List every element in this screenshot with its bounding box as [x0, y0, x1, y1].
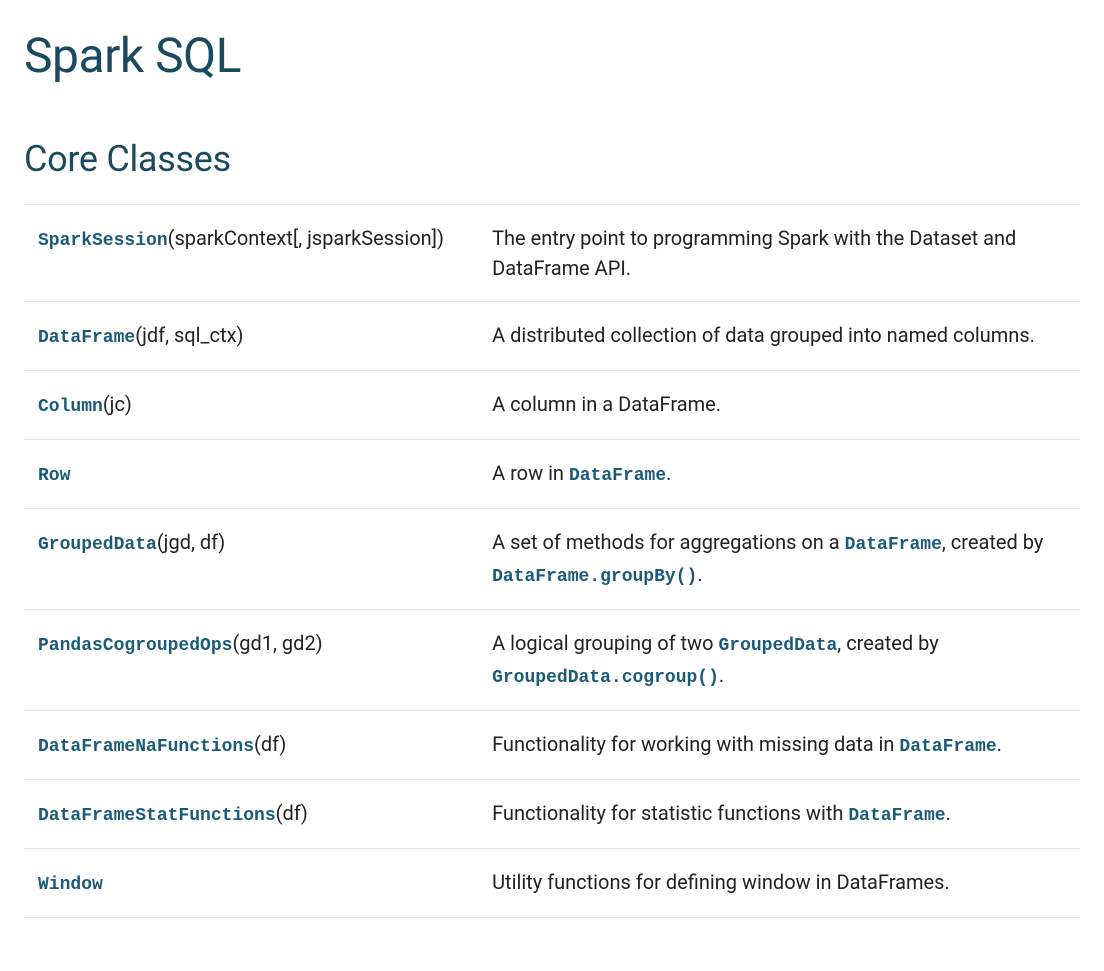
table-row: Column(jc)A column in a DataFrame. [24, 371, 1080, 440]
table-row: GroupedData(jgd, df)A set of methods for… [24, 509, 1080, 610]
class-description-cell: A row in DataFrame. [478, 440, 1080, 509]
table-row: PandasCogroupedOps(gd1, gd2)A logical gr… [24, 610, 1080, 711]
table-row: DataFrameStatFunctions(df)Functionality … [24, 780, 1080, 849]
class-link[interactable]: DataFrameNaFunctions [38, 737, 254, 757]
table-row: DataFrame(jdf, sql_ctx)A distributed col… [24, 302, 1080, 371]
class-link[interactable]: DataFrameStatFunctions [38, 806, 276, 826]
inline-code-link[interactable]: DataFrame [848, 806, 945, 826]
page-title: Spark SQL [24, 20, 1080, 92]
class-params: (gd1, gd2) [232, 631, 322, 655]
class-params: (df) [254, 732, 286, 756]
class-link[interactable]: PandasCogroupedOps [38, 636, 232, 656]
class-description-cell: Functionality for working with missing d… [478, 711, 1080, 780]
class-params: (jgd, df) [157, 530, 225, 554]
inline-code-link[interactable]: DataFrame [569, 466, 666, 486]
class-signature-cell: Row [24, 440, 478, 509]
class-signature-cell: DataFrameStatFunctions(df) [24, 780, 478, 849]
inline-code-link[interactable]: DataFrame [899, 737, 996, 757]
class-signature-cell: PandasCogroupedOps(gd1, gd2) [24, 610, 478, 711]
section-title: Core Classes [24, 132, 1080, 186]
core-classes-table: SparkSession(sparkContext[, jsparkSessio… [24, 204, 1080, 918]
class-description-cell: The entry point to programming Spark wit… [478, 205, 1080, 302]
class-signature-cell: DataFrameNaFunctions(df) [24, 711, 478, 780]
table-row: SparkSession(sparkContext[, jsparkSessio… [24, 205, 1080, 302]
class-description-cell: A set of methods for aggregations on a D… [478, 509, 1080, 610]
inline-code-link[interactable]: GroupedData [718, 636, 837, 656]
class-description-cell: A logical grouping of two GroupedData, c… [478, 610, 1080, 711]
class-link[interactable]: Row [38, 466, 70, 486]
class-link[interactable]: DataFrame [38, 328, 135, 348]
class-description-cell: Utility functions for defining window in… [478, 849, 1080, 918]
class-link[interactable]: SparkSession [38, 231, 168, 251]
class-params: (sparkContext[, jsparkSession]) [168, 226, 444, 250]
class-link[interactable]: Column [38, 397, 103, 417]
inline-code-link[interactable]: GroupedData.cogroup() [492, 668, 719, 688]
inline-code-link[interactable]: DataFrame [845, 535, 942, 555]
table-row: Window Utility functions for defining win… [24, 849, 1080, 918]
inline-code-link[interactable]: DataFrame.groupBy() [492, 567, 697, 587]
class-signature-cell: DataFrame(jdf, sql_ctx) [24, 302, 478, 371]
class-description-cell: Functionality for statistic functions wi… [478, 780, 1080, 849]
class-params: (jdf, sql_ctx) [135, 323, 243, 347]
table-row: Row A row in DataFrame. [24, 440, 1080, 509]
table-row: DataFrameNaFunctions(df)Functionality fo… [24, 711, 1080, 780]
class-description-cell: A column in a DataFrame. [478, 371, 1080, 440]
class-description-cell: A distributed collection of data grouped… [478, 302, 1080, 371]
class-signature-cell: Window [24, 849, 478, 918]
class-params: (jc) [103, 392, 132, 416]
class-link[interactable]: GroupedData [38, 535, 157, 555]
class-link[interactable]: Window [38, 875, 103, 895]
class-signature-cell: GroupedData(jgd, df) [24, 509, 478, 610]
class-signature-cell: Column(jc) [24, 371, 478, 440]
class-params: (df) [276, 801, 308, 825]
class-signature-cell: SparkSession(sparkContext[, jsparkSessio… [24, 205, 478, 302]
